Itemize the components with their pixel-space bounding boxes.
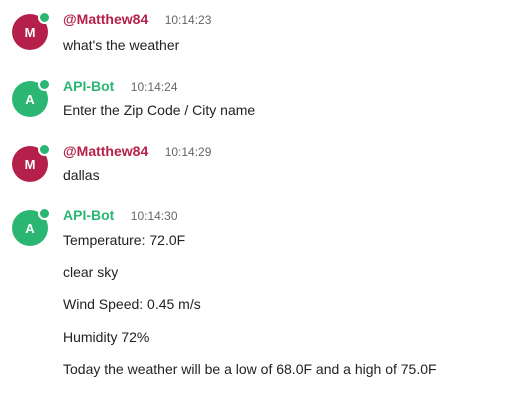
avatar-initial: A xyxy=(25,91,35,107)
timestamp: 10:14:29 xyxy=(164,145,212,159)
timestamp: 10:14:23 xyxy=(164,13,212,27)
avatar-initial: M xyxy=(24,156,36,172)
online-status-icon xyxy=(38,11,51,24)
avatar[interactable]: A xyxy=(12,78,51,117)
author-name[interactable]: API-Bot xyxy=(63,78,114,94)
timestamp: 10:14:24 xyxy=(130,80,178,94)
message-header: API-Bot 10:14:24 xyxy=(63,78,178,96)
online-status-icon xyxy=(38,207,51,220)
avatar[interactable]: A xyxy=(12,207,51,246)
message-header: API-Bot 10:14:30 xyxy=(63,207,178,225)
message-header: @Matthew84 10:14:23 xyxy=(63,11,211,29)
message-text: Enter the Zip Code / City name xyxy=(63,102,256,118)
avatar-initial: A xyxy=(25,220,35,236)
message-text: Humidity 72% xyxy=(63,329,150,345)
message-text: Temperature: 72.0F xyxy=(63,232,186,248)
message-header: @Matthew84 10:14:29 xyxy=(63,143,211,161)
message-text: what's the weather xyxy=(63,37,180,53)
online-status-icon xyxy=(38,143,51,156)
author-name[interactable]: API-Bot xyxy=(63,207,114,223)
author-name[interactable]: @Matthew84 xyxy=(63,11,148,27)
online-status-icon xyxy=(38,78,51,91)
author-name[interactable]: @Matthew84 xyxy=(63,143,148,159)
message-text: Wind Speed: 0.45 m/s xyxy=(63,296,201,312)
message-text: Today the weather will be a low of 68.0F… xyxy=(63,361,437,377)
timestamp: 10:14:30 xyxy=(130,209,178,223)
avatar[interactable]: M xyxy=(12,143,51,182)
avatar[interactable]: M xyxy=(12,11,51,50)
message-text: dallas xyxy=(63,167,100,183)
avatar-initial: M xyxy=(24,24,36,40)
message-text: clear sky xyxy=(63,264,119,280)
